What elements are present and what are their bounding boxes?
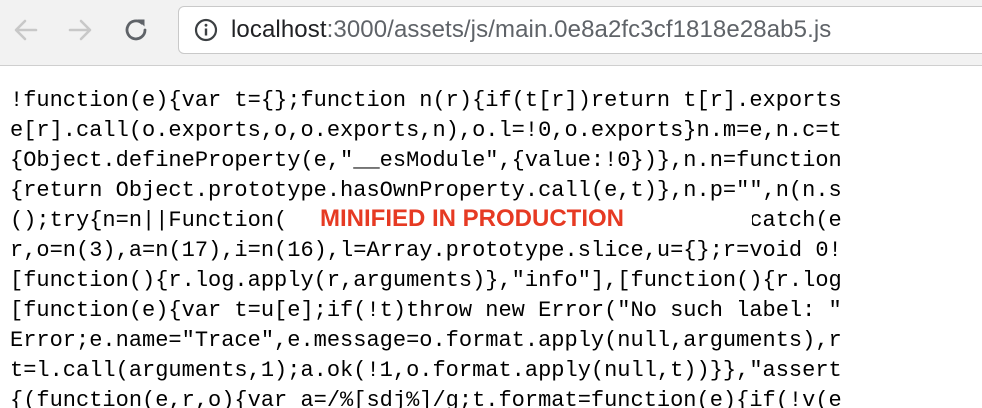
code-line: [function(e){var t=u[e];if(!t)throw new …	[10, 298, 842, 323]
code-line: [function(){r.log.apply(r,arguments)},"i…	[10, 268, 842, 293]
minified-label: MINIFIED IN PRODUCTION	[286, 201, 752, 237]
info-icon[interactable]	[194, 18, 218, 42]
code-line: {(function(e,r,o){var a=/%[sdj%]/g;t.for…	[10, 388, 842, 408]
url-text[interactable]: localhost:3000/assets/js/main.0e8a2fc3cf…	[231, 16, 831, 44]
reload-button[interactable]	[118, 10, 154, 50]
code-line: !function(e){var t={};function n(r){if(t…	[10, 88, 842, 113]
url-path: :3000/assets/js/main.0e8a2fc3cf1818e28ab…	[326, 16, 832, 43]
forward-button[interactable]	[62, 10, 98, 50]
browser-toolbar: localhost:3000/assets/js/main.0e8a2fc3cf…	[0, 0, 982, 66]
code-line: Error;e.name="Trace",e.message=o.format.…	[10, 328, 842, 353]
address-bar[interactable]: localhost:3000/assets/js/main.0e8a2fc3cf…	[178, 6, 982, 54]
page-content: !function(e){var t={};function n(r){if(t…	[0, 66, 982, 408]
code-line: e[r].call(o.exports,o,o.exports,n),o.l=!…	[10, 118, 842, 143]
back-button[interactable]	[8, 10, 44, 50]
code-line: {Object.defineProperty(e,"__esModule",{v…	[10, 148, 842, 173]
code-line: t=l.call(arguments,1);a.ok(!1,o.format.a…	[10, 358, 842, 383]
code-line: r,o=n(3),a=n(17),i=n(16),l=Array.prototy…	[10, 238, 842, 263]
arrow-right-icon	[68, 19, 92, 41]
arrow-left-icon	[14, 19, 38, 41]
url-host: localhost	[231, 16, 327, 43]
reload-icon	[125, 19, 147, 41]
